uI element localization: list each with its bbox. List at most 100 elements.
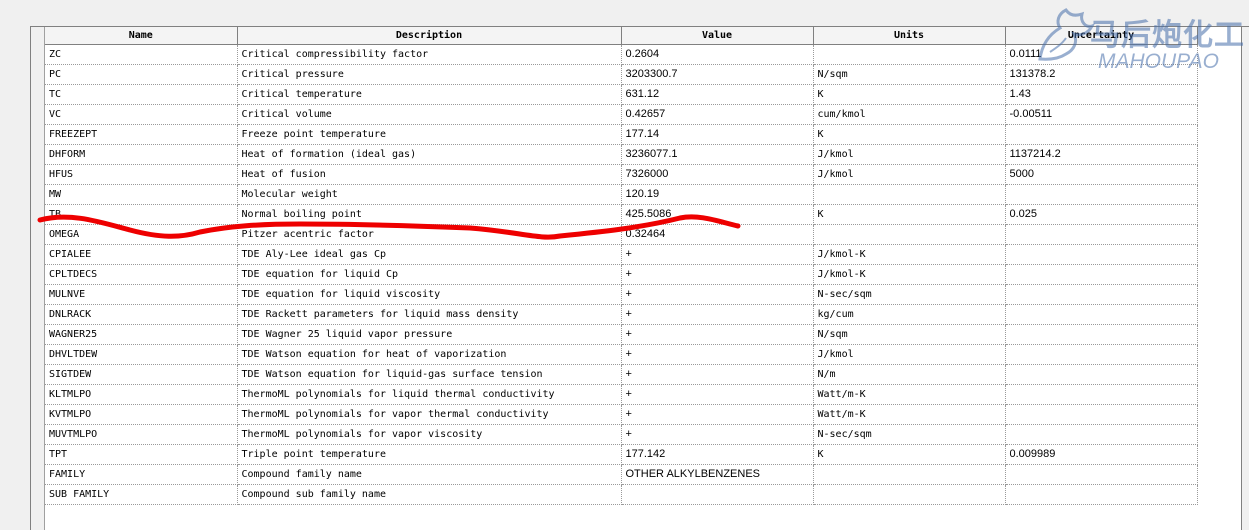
header-value[interactable]: Value	[621, 27, 814, 45]
cell-description[interactable]: Critical pressure	[237, 64, 622, 85]
cell-name[interactable]: DNLRACK	[45, 304, 238, 325]
cell-units[interactable]: N/sqm	[813, 64, 1006, 85]
cell-uncertainty[interactable]: -0.00511	[1005, 104, 1198, 125]
cell-value[interactable]: 425.5086	[621, 204, 814, 225]
table-row[interactable]: DNLRACK TDE Rackett parameters for liquid…	[45, 304, 1198, 325]
header-uncertainty[interactable]: Uncertainty	[1005, 27, 1198, 45]
cell-units[interactable]: K	[813, 84, 1006, 105]
cell-units[interactable]: N/sqm	[813, 324, 1006, 345]
cell-name[interactable]: MUVTMLPO	[45, 424, 238, 445]
cell-value[interactable]: +	[621, 284, 814, 305]
cell-name[interactable]: MULNVE	[45, 284, 238, 305]
table-row[interactable]: KVTMLPO ThermoML polynomials for vapor th…	[45, 404, 1198, 425]
cell-units[interactable]: J/kmol	[813, 144, 1006, 165]
cell-units[interactable]: K	[813, 124, 1006, 145]
cell-units[interactable]	[813, 184, 1006, 205]
table-row[interactable]: ZC Critical compressibility factor 0.2604 0…	[45, 44, 1198, 65]
table-row[interactable]: OMEGA Pitzer acentric factor 0.32464	[45, 224, 1198, 245]
cell-units[interactable]	[813, 464, 1006, 485]
cell-units[interactable]: N/m	[813, 364, 1006, 385]
cell-units[interactable]: J/kmol-K	[813, 264, 1006, 285]
cell-description[interactable]: Normal boiling point	[237, 204, 622, 225]
cell-name[interactable]: DHFORM	[45, 144, 238, 165]
table-row[interactable]: VC Critical volume 0.42657 cum/kmol -0.00511	[45, 104, 1198, 125]
cell-uncertainty[interactable]	[1005, 384, 1198, 405]
cell-uncertainty[interactable]	[1005, 464, 1198, 485]
table-row[interactable]: TB Normal boiling point 425.5086 K 0.025	[45, 204, 1198, 225]
cell-name[interactable]: MW	[45, 184, 238, 205]
cell-uncertainty[interactable]	[1005, 424, 1198, 445]
cell-description[interactable]: Critical temperature	[237, 84, 622, 105]
cell-uncertainty[interactable]	[1005, 224, 1198, 245]
cell-description[interactable]: Heat of fusion	[237, 164, 622, 185]
cell-description[interactable]: Pitzer acentric factor	[237, 224, 622, 245]
header-units[interactable]: Units	[813, 27, 1006, 45]
cell-value[interactable]: 631.12	[621, 84, 814, 105]
table-row[interactable]: TC Critical temperature 631.12 K 1.43	[45, 84, 1198, 105]
cell-name[interactable]: ZC	[45, 44, 238, 65]
table-row[interactable]: TPT Triple point temperature 177.142 K 0.009…	[45, 444, 1198, 465]
cell-uncertainty[interactable]	[1005, 284, 1198, 305]
cell-uncertainty[interactable]	[1005, 344, 1198, 365]
cell-units[interactable]: K	[813, 204, 1006, 225]
cell-uncertainty[interactable]	[1005, 244, 1198, 265]
cell-uncertainty[interactable]	[1005, 404, 1198, 425]
cell-name[interactable]: PC	[45, 64, 238, 85]
cell-name[interactable]: TPT	[45, 444, 238, 465]
cell-units[interactable]: kg/cum	[813, 304, 1006, 325]
cell-uncertainty[interactable]	[1005, 364, 1198, 385]
cell-value[interactable]: +	[621, 344, 814, 365]
cell-value[interactable]: 0.32464	[621, 224, 814, 245]
cell-uncertainty[interactable]	[1005, 324, 1198, 345]
cell-description[interactable]: TDE Aly-Lee ideal gas Cp	[237, 244, 622, 265]
table-row[interactable]: SIGTDEW TDE Watson equation for liquid-ga…	[45, 364, 1198, 385]
cell-uncertainty[interactable]: 0.025	[1005, 204, 1198, 225]
cell-value[interactable]: +	[621, 404, 814, 425]
cell-name[interactable]: WAGNER25	[45, 324, 238, 345]
cell-description[interactable]: TDE Watson equation for heat of vaporiza…	[237, 344, 622, 365]
cell-uncertainty[interactable]: 5000	[1005, 164, 1198, 185]
cell-name[interactable]: TC	[45, 84, 238, 105]
cell-units[interactable]: J/kmol	[813, 344, 1006, 365]
table-row[interactable]: SUB FAMILY Compound sub family name	[45, 484, 1198, 505]
cell-description[interactable]: Triple point temperature	[237, 444, 622, 465]
cell-description[interactable]: TDE equation for liquid Cp	[237, 264, 622, 285]
cell-value[interactable]: +	[621, 364, 814, 385]
cell-description[interactable]: TDE equation for liquid viscosity	[237, 284, 622, 305]
table-row[interactable]: CPLTDECS TDE equation for liquid Cp + J/kmo…	[45, 264, 1198, 285]
cell-description[interactable]: TDE Watson equation for liquid-gas surfa…	[237, 364, 622, 385]
cell-description[interactable]: Critical volume	[237, 104, 622, 125]
cell-description[interactable]: ThermoML polynomials for vapor thermal c…	[237, 404, 622, 425]
table-row[interactable]: DHFORM Heat of formation (ideal gas) 32360…	[45, 144, 1198, 165]
cell-value[interactable]: +	[621, 264, 814, 285]
cell-description[interactable]: TDE Wagner 25 liquid vapor pressure	[237, 324, 622, 345]
cell-name[interactable]: TB	[45, 204, 238, 225]
cell-name[interactable]: KLTMLPO	[45, 384, 238, 405]
table-row[interactable]: MULNVE TDE equation for liquid viscosity +…	[45, 284, 1198, 305]
cell-description[interactable]: Freeze point temperature	[237, 124, 622, 145]
cell-uncertainty[interactable]	[1005, 304, 1198, 325]
cell-value[interactable]: 177.142	[621, 444, 814, 465]
cell-units[interactable]: N-sec/sqm	[813, 284, 1006, 305]
table-row[interactable]: FAMILY Compound family name OTHER ALKYLBEN…	[45, 464, 1198, 485]
table-row[interactable]: HFUS Heat of fusion 7326000 J/kmol 5000	[45, 164, 1198, 185]
cell-value[interactable]: OTHER ALKYLBENZENES	[621, 464, 814, 485]
cell-units[interactable]: J/kmol-K	[813, 244, 1006, 265]
cell-uncertainty[interactable]: 0.009989	[1005, 444, 1198, 465]
cell-description[interactable]: ThermoML polynomials for vapor viscosity	[237, 424, 622, 445]
cell-uncertainty[interactable]	[1005, 184, 1198, 205]
cell-value[interactable]: +	[621, 384, 814, 405]
cell-units[interactable]: K	[813, 444, 1006, 465]
cell-description[interactable]: Heat of formation (ideal gas)	[237, 144, 622, 165]
table-row[interactable]: WAGNER25 TDE Wagner 25 liquid vapor press…	[45, 324, 1198, 345]
cell-uncertainty[interactable]: 1.43	[1005, 84, 1198, 105]
cell-value[interactable]: 120.19	[621, 184, 814, 205]
cell-units[interactable]: Watt/m-K	[813, 404, 1006, 425]
cell-name[interactable]: SUB FAMILY	[45, 484, 238, 505]
cell-value[interactable]: +	[621, 304, 814, 325]
cell-name[interactable]: FREEZEPT	[45, 124, 238, 145]
cell-description[interactable]: Critical compressibility factor	[237, 44, 622, 65]
cell-name[interactable]: VC	[45, 104, 238, 125]
cell-value[interactable]: 0.42657	[621, 104, 814, 125]
cell-description[interactable]: ThermoML polynomials for liquid thermal …	[237, 384, 622, 405]
